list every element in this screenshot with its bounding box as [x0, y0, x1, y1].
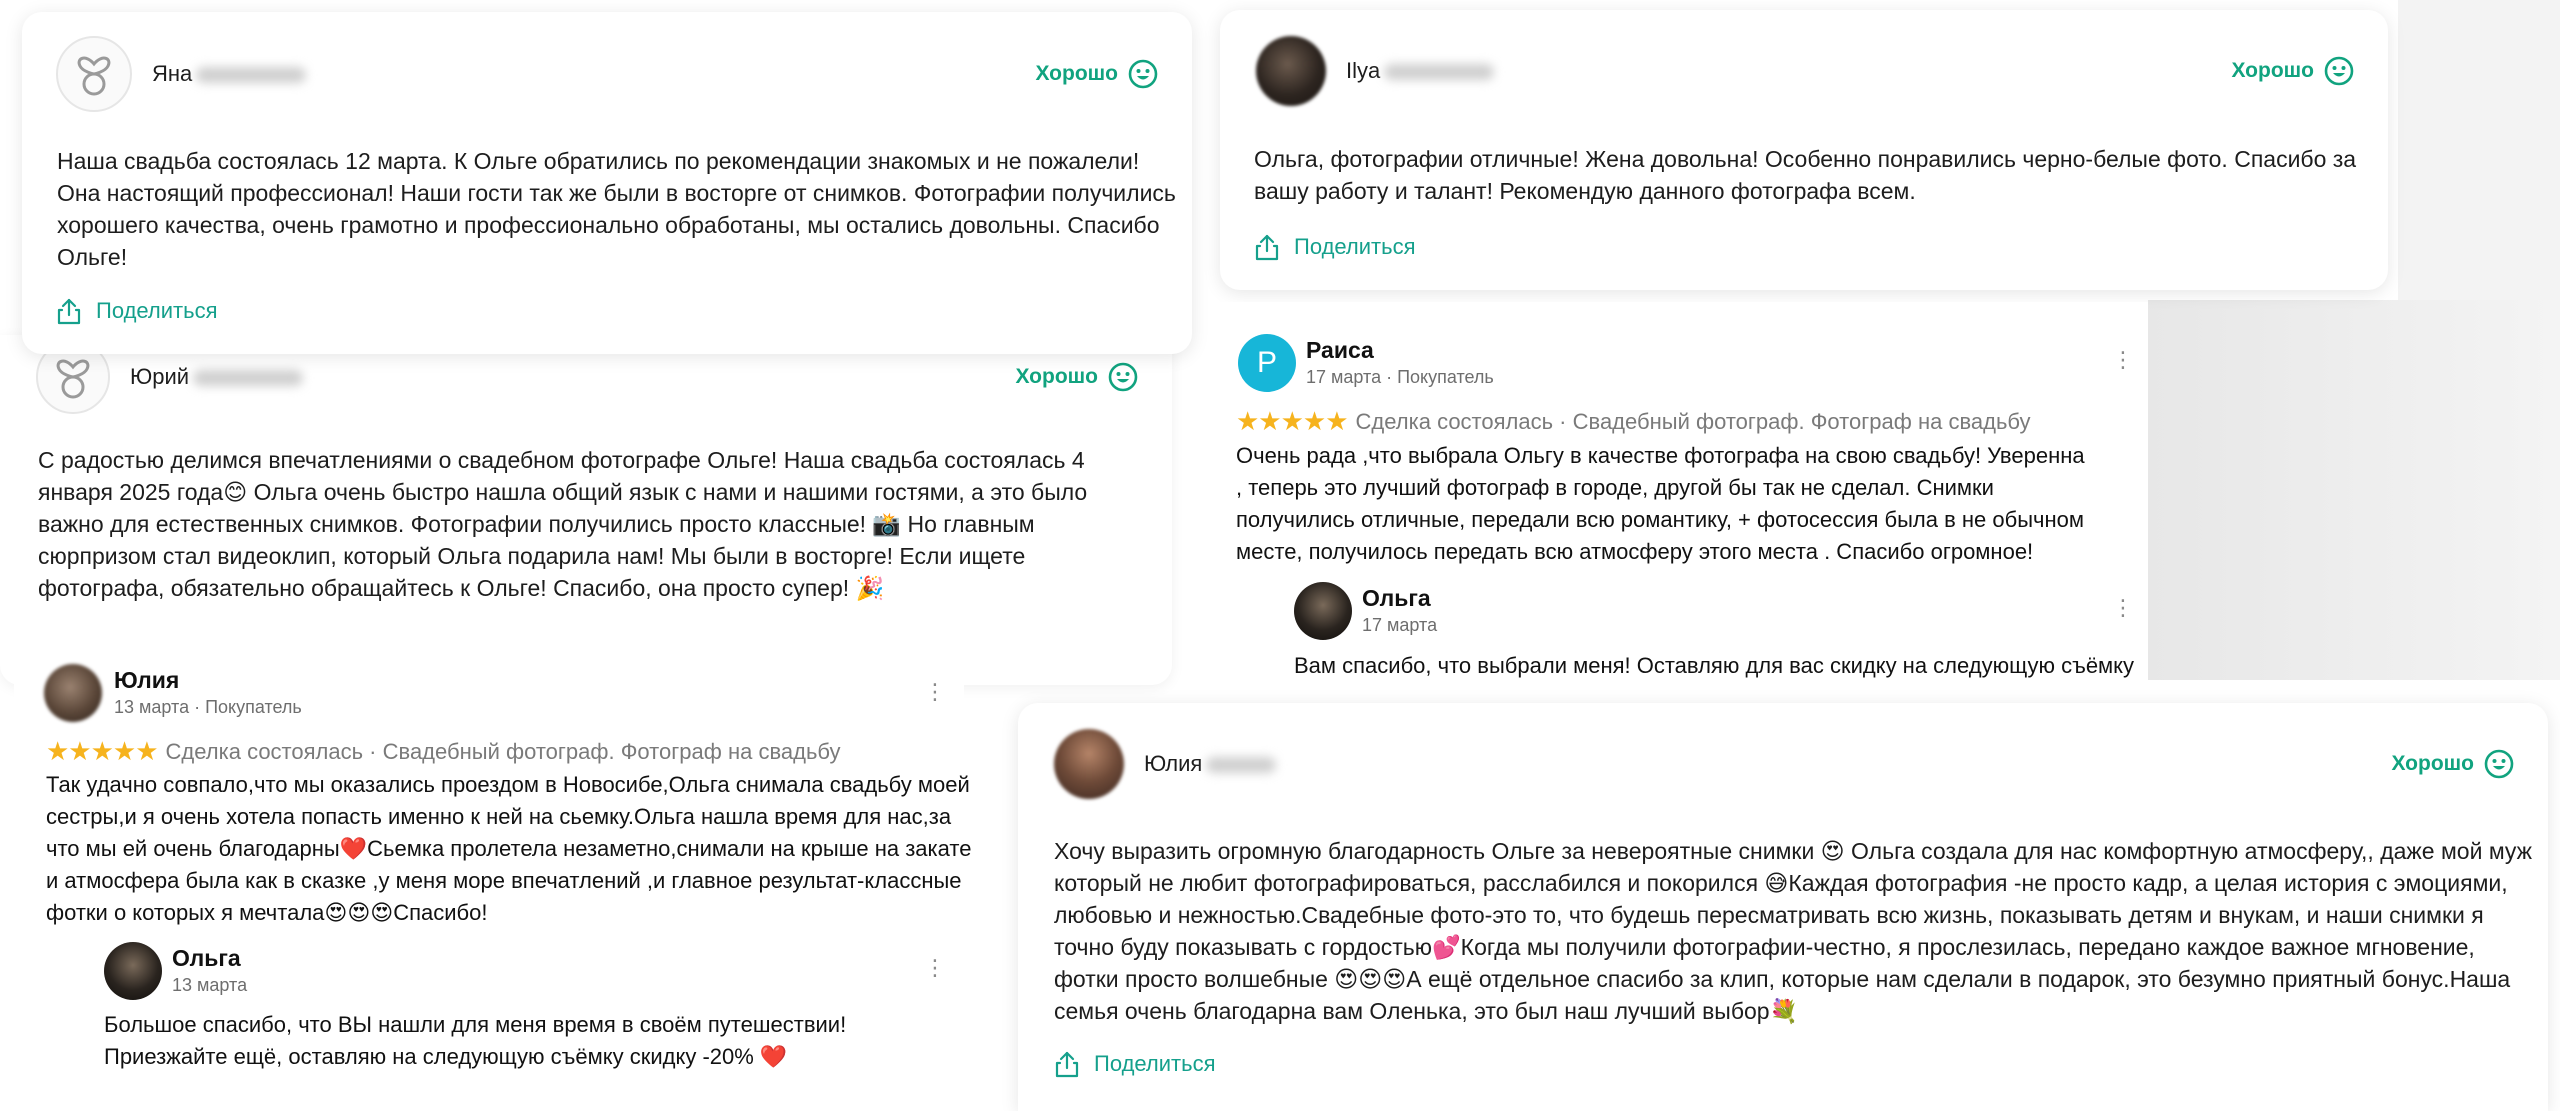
share-icon	[1055, 1051, 1079, 1078]
smile-icon	[1128, 59, 1158, 89]
share-icon	[57, 298, 81, 325]
rating-badge: Хорошо	[2391, 749, 2514, 779]
smile-icon	[2324, 56, 2354, 86]
review-meta: 13 марта · Покупатель	[114, 697, 302, 717]
rating-badge: Хорошо	[1015, 362, 1138, 392]
background-panel	[2148, 300, 2560, 680]
review-meta: 17 марта · Покупатель	[1306, 367, 1494, 387]
review-card-ilya: Ilya Хорошо Ольга, фотографии отличные! …	[1220, 10, 2388, 290]
background-panel	[2398, 0, 2560, 300]
review-text: Так удачно совпало,что мы оказались прое…	[46, 772, 972, 925]
author-name: Юлия	[114, 667, 180, 693]
stars-icon: ★★★★★	[46, 736, 159, 766]
review-text: Ольга, фотографии отличные! Жена довольн…	[1254, 146, 2357, 204]
deal-info: Сделка состоялась · Свадебный фотограф. …	[165, 738, 841, 764]
star-rating: ★★★★★ Сделка состоялась · Свадебный фото…	[46, 736, 841, 767]
avatar	[56, 36, 132, 112]
author-name: Юлия	[1144, 751, 1277, 777]
review-card-julia-1: Юлия 13 марта · Покупатель ⋮ ★★★★★ Сделк…	[14, 652, 971, 1111]
share-button[interactable]: Поделиться	[1254, 233, 1415, 261]
review-text: Очень рада ,что выбрала Ольгу в качестве…	[1236, 443, 2085, 564]
review-text: С радостью делимся впечатлениями о сваде…	[38, 447, 1088, 601]
stars-icon: ★★★★★	[1236, 406, 1349, 436]
reply-date: 13 марта	[172, 975, 248, 995]
share-button[interactable]: Поделиться	[1054, 1050, 1215, 1078]
more-options-icon[interactable]: ⋮	[2112, 597, 2134, 619]
more-options-icon[interactable]: ⋮	[924, 681, 946, 703]
smile-icon	[2484, 749, 2514, 779]
deal-info: Сделка состоялась · Свадебный фотограф. …	[1355, 408, 2031, 434]
rating-badge: Хорошо	[2231, 56, 2354, 86]
reply-text: Вам спасибо, что выбрали меня! Оставляю …	[1294, 653, 2135, 678]
review-header: Яна Хорошо	[56, 36, 1158, 112]
review-card-julia-2: Юлия Хорошо Хочу выразить огромную благо…	[1018, 703, 2548, 1111]
avatar	[104, 942, 162, 1000]
more-options-icon[interactable]: ⋮	[2112, 349, 2134, 371]
avatar: Р	[1238, 334, 1296, 392]
review-card-raisa: Р Раиса 17 марта · Покупатель ⋮ ★★★★★ Сд…	[1222, 302, 2148, 680]
logo-icon	[77, 56, 111, 96]
avatar	[44, 664, 102, 722]
avatar	[1256, 36, 1326, 106]
author-name: Юрий	[130, 364, 304, 390]
reply-author-name: Ольга	[172, 945, 241, 971]
reply-date: 17 марта	[1362, 615, 1438, 635]
author-name: Ilya	[1346, 58, 1495, 84]
reply-author-name: Ольга	[1362, 585, 1431, 611]
review-header: Ilya Хорошо	[1256, 36, 2354, 106]
more-options-icon[interactable]: ⋮	[924, 957, 946, 979]
share-button[interactable]: Поделиться	[56, 297, 217, 325]
star-rating: ★★★★★ Сделка состоялась · Свадебный фото…	[1236, 406, 2031, 437]
avatar	[1054, 729, 1124, 799]
review-card-yana: Яна Хорошо Наша свадьба состоялась 12 ма…	[22, 12, 1192, 354]
avatar	[1294, 582, 1352, 640]
review-card-yuri: Юрий Хорошо С радостью делимся впечатлен…	[0, 335, 1172, 685]
share-icon	[1255, 234, 1279, 261]
logo-icon	[56, 359, 90, 399]
review-text: Наша свадьба состоялась 12 марта. К Ольг…	[57, 148, 1176, 270]
review-header: Юлия Хорошо	[1054, 729, 2514, 799]
review-text: Хочу выразить огромную благодарность Оль…	[1054, 838, 2533, 1024]
smile-icon	[1108, 362, 1138, 392]
author-name: Раиса	[1306, 337, 1374, 363]
rating-badge: Хорошо	[1035, 59, 1158, 89]
author-name: Яна	[152, 61, 307, 87]
reply-text: Большое спасибо, что ВЫ нашли для меня в…	[104, 1012, 847, 1069]
